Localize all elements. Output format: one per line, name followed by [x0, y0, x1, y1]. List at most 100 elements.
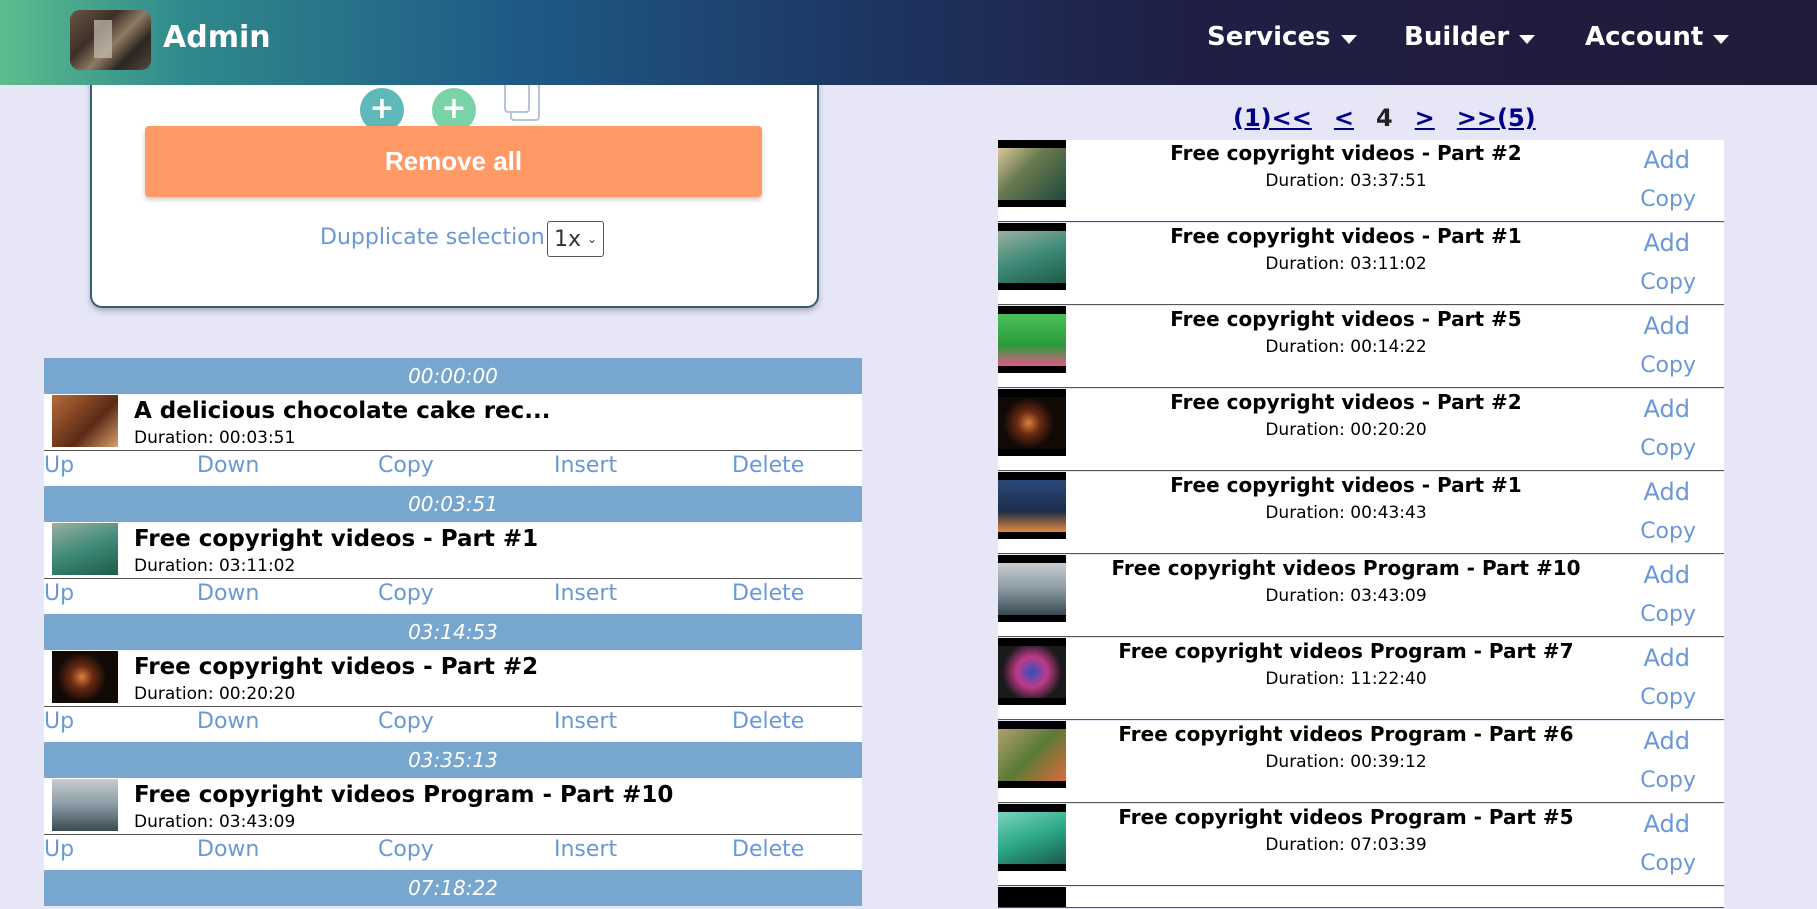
- chevron-down-icon: ⌄: [586, 232, 597, 246]
- library-item-title: Free copyright videos Program - Part #10: [1111, 556, 1581, 580]
- video-thumbnail: [52, 779, 118, 831]
- nav-services-label: Services: [1207, 22, 1331, 52]
- nav-services[interactable]: Services: [1207, 22, 1357, 52]
- delete-button[interactable]: Delete: [732, 453, 804, 478]
- add-button[interactable]: Add: [1644, 312, 1690, 340]
- video-thumbnail: [998, 306, 1066, 373]
- library-item-duration: Duration: 00:43:43: [1265, 503, 1427, 523]
- delete-button[interactable]: Delete: [732, 581, 804, 606]
- playlist-item-actions: Up Down Copy Insert Delete: [44, 451, 862, 486]
- copy-button[interactable]: Copy: [378, 709, 434, 734]
- add-button[interactable]: Add: [1644, 478, 1690, 506]
- pager-current: 4: [1375, 104, 1393, 132]
- playlist-item[interactable]: A delicious chocolate cake rec... Durati…: [44, 394, 862, 451]
- duplicate-count-value: 1x: [554, 226, 582, 252]
- down-button[interactable]: Down: [197, 837, 259, 862]
- video-thumbnail: [998, 555, 1066, 622]
- video-thumbnail: [998, 389, 1066, 456]
- add-button[interactable]: Add: [1644, 644, 1690, 672]
- copy-button[interactable]: Copy: [378, 581, 434, 606]
- copy-button[interactable]: Copy: [1640, 353, 1696, 378]
- playlist: 00:00:00 A delicious chocolate cake rec.…: [44, 358, 862, 906]
- library-item: Free copyright videos Program - Part #10…: [998, 555, 1724, 637]
- library-item: Free copyright videos - Part #1 Duration…: [998, 472, 1724, 554]
- nav-account-label: Account: [1585, 22, 1704, 52]
- up-button[interactable]: Up: [44, 581, 74, 606]
- down-button[interactable]: Down: [197, 709, 259, 734]
- video-thumbnail: [998, 140, 1066, 207]
- copy-button[interactable]: Copy: [1640, 768, 1696, 793]
- insert-button[interactable]: Insert: [554, 837, 617, 862]
- playlist-item[interactable]: Free copyright videos - Part #1 Duration…: [44, 522, 862, 579]
- duplicate-count-select[interactable]: 1x ⌄: [547, 221, 604, 257]
- library-item-title: Free copyright videos - Part #2: [1170, 141, 1522, 165]
- top-navbar: Admin Services Builder Account: [0, 0, 1817, 85]
- library-item-duration: Duration: 03:43:09: [1265, 586, 1427, 606]
- copy-button[interactable]: Copy: [1640, 519, 1696, 544]
- add-button[interactable]: Add: [1644, 561, 1690, 589]
- insert-button[interactable]: Insert: [554, 453, 617, 478]
- library-item-duration: Duration: 03:11:02: [1265, 254, 1427, 274]
- up-button[interactable]: Up: [44, 709, 74, 734]
- delete-button[interactable]: Delete: [732, 709, 804, 734]
- remove-all-button[interactable]: Remove all: [145, 126, 762, 197]
- video-thumbnail: [52, 523, 118, 575]
- copy-button[interactable]: Copy: [1640, 851, 1696, 876]
- library-item-duration: Duration: 00:20:20: [1265, 420, 1427, 440]
- library-item-title: Free copyright videos - Part #5: [1170, 307, 1522, 331]
- nav-account[interactable]: Account: [1585, 22, 1730, 52]
- pager-prev[interactable]: <: [1334, 104, 1354, 132]
- library-item-duration: Duration: 00:39:12: [1265, 752, 1427, 772]
- library-item: Free copyright videos Program - Part #6 …: [998, 721, 1724, 803]
- copy-button[interactable]: Copy: [1640, 270, 1696, 295]
- add-button[interactable]: Add: [1644, 395, 1690, 423]
- add-button[interactable]: Add: [1644, 229, 1690, 257]
- copy-button[interactable]: Copy: [1640, 602, 1696, 627]
- chevron-down-icon: [1340, 34, 1357, 44]
- video-thumbnail: [998, 804, 1066, 871]
- delete-button[interactable]: Delete: [732, 837, 804, 862]
- video-thumbnail: [998, 472, 1066, 539]
- library-item: Free copyright videos Program - Part #5 …: [998, 804, 1724, 886]
- brand-logo[interactable]: [70, 10, 151, 70]
- playlist-item-title: A delicious chocolate cake rec...: [134, 398, 551, 424]
- up-button[interactable]: Up: [44, 837, 74, 862]
- copy-button[interactable]: Copy: [1640, 436, 1696, 461]
- library-item-duration: Duration: 11:22:40: [1265, 669, 1427, 689]
- down-button[interactable]: Down: [197, 453, 259, 478]
- insert-button[interactable]: Insert: [554, 709, 617, 734]
- copy-button[interactable]: Copy: [1640, 685, 1696, 710]
- video-thumbnail: [998, 887, 1066, 907]
- start-time-bar: 03:35:13: [44, 742, 862, 778]
- copy-button[interactable]: Copy: [378, 837, 434, 862]
- copy-icon[interactable]: [504, 79, 540, 121]
- playlist-item-duration: Duration: 00:20:20: [134, 684, 296, 704]
- library-item: Free copyright videos - Part #2 Duration…: [998, 389, 1724, 471]
- pagination: (1)<< < 4 > >>(5): [1233, 104, 1536, 132]
- playlist-item[interactable]: Free copyright videos Program - Part #10…: [44, 778, 862, 835]
- add-button[interactable]: Add: [1644, 146, 1690, 174]
- brand-name[interactable]: Admin: [163, 20, 271, 55]
- nav-builder-label: Builder: [1404, 22, 1510, 52]
- playlist-item-duration: Duration: 00:03:51: [134, 428, 296, 448]
- copy-button[interactable]: Copy: [1640, 187, 1696, 212]
- video-thumbnail: [52, 651, 118, 703]
- pager-first[interactable]: (1)<<: [1233, 104, 1312, 132]
- pager-next[interactable]: >: [1415, 104, 1435, 132]
- add-button[interactable]: Add: [1644, 727, 1690, 755]
- down-button[interactable]: Down: [197, 581, 259, 606]
- start-time-bar: 00:00:00: [44, 358, 862, 394]
- copy-button[interactable]: Copy: [378, 453, 434, 478]
- library-item: Free copyright videos - Part #5 Duration…: [998, 306, 1724, 388]
- up-button[interactable]: Up: [44, 453, 74, 478]
- add-button[interactable]: Add: [1644, 810, 1690, 838]
- library-item-duration: Duration: 07:03:39: [1265, 835, 1427, 855]
- library-item: Free copyright videos - Part #1 Duration…: [998, 223, 1724, 305]
- nav-builder[interactable]: Builder: [1404, 22, 1536, 52]
- library-item-title: Free copyright videos Program - Part #7: [1118, 639, 1574, 663]
- pager-last[interactable]: >>(5): [1457, 104, 1536, 132]
- insert-button[interactable]: Insert: [554, 581, 617, 606]
- library-item: Free copyright videos Program - Part #7 …: [998, 638, 1724, 720]
- playlist-item[interactable]: Free copyright videos - Part #2 Duration…: [44, 650, 862, 707]
- chevron-down-icon: [1713, 34, 1730, 44]
